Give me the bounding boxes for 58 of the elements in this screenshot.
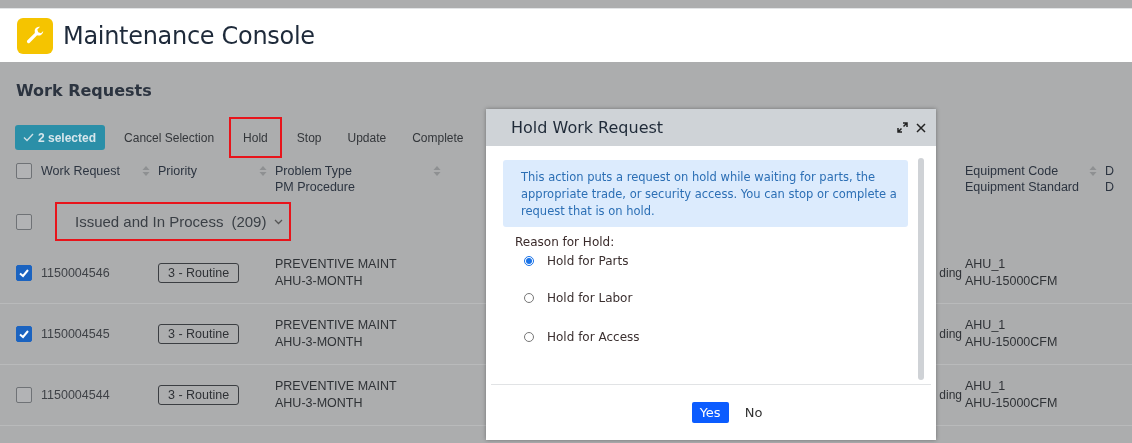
radio-option[interactable]: Hold for Access <box>503 317 908 356</box>
pm-procedure: AHU-3-MONTH <box>275 273 363 290</box>
checkbox[interactable] <box>16 387 32 403</box>
toolbar-button[interactable]: Stop <box>283 117 335 158</box>
toolbar-button[interactable]: Cancel Selection <box>111 117 228 158</box>
pm-procedure: AHU-3-MONTH <box>275 395 363 412</box>
expand-icon[interactable] <box>897 122 908 133</box>
equipment-code: AHU_1 <box>965 378 1006 395</box>
radio-button[interactable] <box>524 292 534 303</box>
equipment-standard: AHU-15000CFM <box>965 334 1058 351</box>
page-title: Work Requests <box>15 80 153 102</box>
work-request-number: 1150004545 <box>41 327 110 341</box>
chevron-icon[interactable] <box>274 218 284 225</box>
pm-procedure: AHU-3-MONTH <box>275 334 363 351</box>
column-header[interactable]: Equipment Code Equipment Standard <box>965 163 1079 195</box>
scrollbar[interactable] <box>918 158 924 380</box>
info-message: This action puts a request on hold while waiting for parts, the appropriate trade, or security access. You can stop or complete a request that is on hold. <box>503 160 908 227</box>
equipment-code: AHU_1 <box>965 317 1006 334</box>
table-cell: ding <box>939 388 962 402</box>
problem-type: PREVENTIVE MAINT <box>275 378 397 395</box>
checkbox[interactable] <box>16 265 32 281</box>
table-cell: ding <box>939 266 962 280</box>
checkbox[interactable] <box>16 213 32 230</box>
dialog-title: Hold Work Request <box>511 118 664 137</box>
toolbar-button[interactable]: Hold <box>229 117 282 158</box>
toolbar-button[interactable]: Complete <box>399 117 477 158</box>
column-header[interactable]: Priority <box>158 163 197 179</box>
priority-tag: 3 - Routine <box>158 263 240 283</box>
column-header[interactable]: Problem Type PM Procedure <box>275 163 355 195</box>
problem-type: PREVENTIVE MAINT <box>275 317 397 334</box>
wrench-icon <box>17 17 53 54</box>
column-header[interactable]: Work Request <box>41 163 120 179</box>
priority-tag: 3 - Routine <box>158 324 240 344</box>
group-label[interactable]: Issued and In Process <box>75 213 224 230</box>
column-header[interactable]: D D <box>1105 163 1115 195</box>
radio-button[interactable] <box>524 331 534 342</box>
checkbox[interactable] <box>16 326 32 342</box>
priority-tag: 3 - Routine <box>158 385 240 405</box>
radio-button[interactable] <box>524 256 534 266</box>
equipment-code: AHU_1 <box>965 256 1006 273</box>
checkbox[interactable] <box>16 163 32 179</box>
selection-button[interactable]: 2 selected <box>15 125 106 150</box>
close-icon[interactable] <box>916 122 926 133</box>
work-request-number: 1150004546 <box>41 266 110 280</box>
work-request-number: 1150004544 <box>41 388 110 402</box>
field-label: Reason for Hold: <box>514 234 616 249</box>
equipment-standard: AHU-15000CFM <box>965 395 1058 412</box>
check-icon <box>23 133 34 142</box>
confirm-button[interactable]: Yes <box>691 402 729 423</box>
radio-option[interactable]: Hold for Labor <box>503 278 908 317</box>
radio-option[interactable]: Hold for Parts <box>503 249 908 273</box>
problem-type: PREVENTIVE MAINT <box>275 256 397 273</box>
app-title: Maintenance Console <box>63 21 315 50</box>
table-cell: ding <box>939 327 962 341</box>
toolbar-button[interactable]: Update <box>334 117 400 158</box>
cancel-button[interactable]: No <box>736 402 771 423</box>
group-count: (209) <box>231 213 267 230</box>
equipment-standard: AHU-15000CFM <box>965 273 1058 290</box>
